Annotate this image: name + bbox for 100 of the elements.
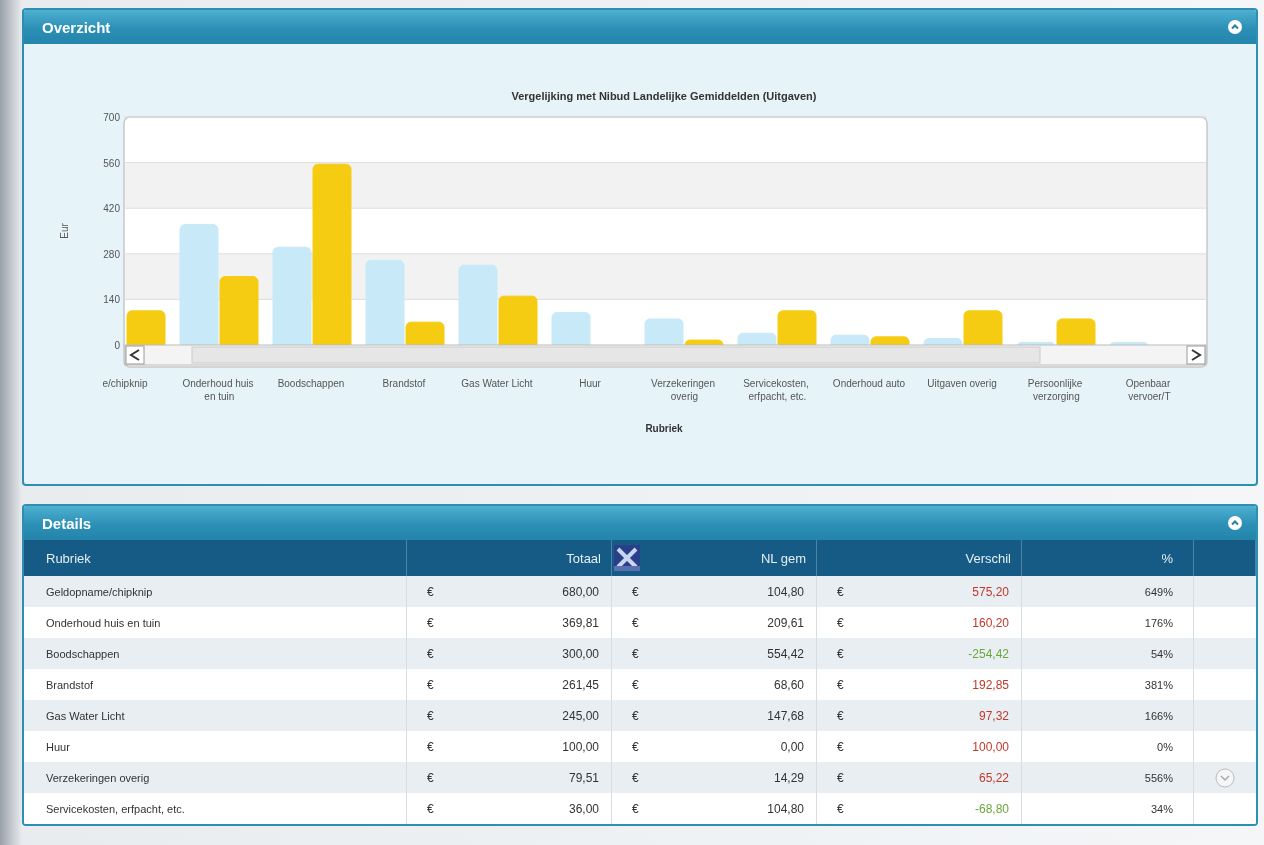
table-row[interactable]: Boodschappen € 300,00 € 554,42 € -254,42 54% <box>24 638 1256 669</box>
table-cell: Huur <box>46 740 70 753</box>
y-tick-label: 140 <box>103 294 120 306</box>
currency-symbol: € <box>426 801 434 816</box>
table-row[interactable]: Geldopname/chipknip € 680,00 € 104,80 € 575,20 649% <box>24 576 1256 607</box>
table-cell-text: 0,00 <box>780 739 805 754</box>
table-row[interactable]: Verzekeringen overig € 79,51 € 14,29 € 65,22 556% <box>24 762 1256 793</box>
table-cell-text: 100,00 <box>562 739 600 754</box>
table-cell-text: 79,51 <box>568 770 600 785</box>
x-axis-label: Rubriek <box>645 423 683 434</box>
currency-symbol: € <box>631 615 639 630</box>
currency-symbol: € <box>631 646 639 661</box>
currency-symbol: € <box>836 584 844 599</box>
table-cell-text: 300,00 <box>562 646 600 661</box>
panel-title: Overzicht <box>42 18 111 36</box>
currency-symbol: € <box>426 708 434 723</box>
table-cell: Brandstof <box>46 678 94 691</box>
collapse-icon[interactable] <box>1228 20 1242 34</box>
table-cell-text: -254,42 <box>968 646 1010 661</box>
x-tick-label: Onderhoud auto <box>832 378 906 389</box>
currency-symbol: € <box>426 615 434 630</box>
column-header[interactable]: Totaal <box>566 550 601 566</box>
table-cell: 381% <box>1144 678 1173 691</box>
table-cell: 166% <box>1144 709 1173 722</box>
table-cell-text: 97,32 <box>978 708 1010 723</box>
table-cell: Verzekeringen overig <box>46 771 150 784</box>
currency-symbol: € <box>836 708 844 723</box>
table-cell-text: 261,45 <box>562 677 600 692</box>
x-tick-label: Openbaar vervoer/T <box>1125 378 1171 402</box>
y-axis-label: Eur <box>59 223 70 239</box>
table-cell: 556% <box>1144 771 1173 784</box>
collapse-icon[interactable] <box>1228 516 1242 530</box>
currency-symbol: € <box>631 677 639 692</box>
table-cell: Onderhoud huis en tuin <box>46 616 161 629</box>
y-tick-label: 420 <box>103 203 120 215</box>
chart-title: Vergelijking met Nibud Landelijke Gemiddelden (Uitgaven) <box>511 90 817 102</box>
currency-symbol: € <box>631 584 639 599</box>
table-cell: 0% <box>1157 740 1173 753</box>
currency-symbol: € <box>631 739 639 754</box>
column-header[interactable]: % <box>1161 550 1173 566</box>
table-cell-text: 147,68 <box>767 708 805 723</box>
currency-symbol: € <box>426 584 434 599</box>
x-tick-label: Servicekosten, erfpacht, etc. <box>743 378 809 402</box>
table-cell: Boodschappen <box>46 647 120 660</box>
x-tick-label: Gas Water Licht <box>461 378 533 389</box>
table-cell: Servicekosten, erfpacht, etc. <box>46 802 185 815</box>
table-cell-text: 192,85 <box>972 677 1010 692</box>
scroll-left-icon[interactable] <box>125 345 145 365</box>
table-cell: 34% <box>1150 802 1173 815</box>
column-header[interactable]: NL gem <box>760 550 806 566</box>
currency-symbol: € <box>836 739 844 754</box>
table-row[interactable]: Servicekosten, erfpacht, etc. € 36,00 € 104,80 € -68,80 34% <box>24 793 1256 824</box>
table-cell-text: 65,22 <box>978 770 1010 785</box>
x-tick-label: e/chipknip <box>102 378 148 389</box>
currency-symbol: € <box>836 677 844 692</box>
table-cell-text: 209,61 <box>767 615 805 630</box>
table-cell: 649% <box>1144 585 1173 598</box>
chart-scrollbar[interactable] <box>124 344 1207 366</box>
table-cell: 176% <box>1144 616 1173 629</box>
x-tick-label: Onderhoud huis en tuin <box>182 378 254 402</box>
table-cell-text: 104,80 <box>767 584 805 599</box>
y-tick-label: 280 <box>103 248 120 260</box>
currency-symbol: € <box>631 801 639 816</box>
x-tick-label: Brandstof <box>382 378 426 389</box>
x-tick-label: Huur <box>579 378 601 389</box>
currency-symbol: € <box>836 646 844 661</box>
x-tick-label: Persoonlijke verzorging <box>1027 378 1083 402</box>
y-tick-label: 0 <box>114 340 120 351</box>
table-cell-text: 36,00 <box>568 801 600 816</box>
column-header[interactable]: Verschil <box>965 550 1011 566</box>
currency-symbol: € <box>631 770 639 785</box>
currency-symbol: € <box>426 739 434 754</box>
table-cell-text: 680,00 <box>562 584 600 599</box>
table-row[interactable]: Gas Water Licht € 245,00 € 147,68 € 97,32 166% <box>24 700 1256 731</box>
y-tick-label: 700 <box>103 112 120 123</box>
table-cell-text: 104,80 <box>767 801 805 816</box>
table-cell-text: 245,00 <box>562 708 600 723</box>
y-tick-label: 560 <box>103 157 120 169</box>
currency-symbol: € <box>426 646 434 661</box>
panel-title: Details <box>42 514 92 532</box>
x-tick-label: Verzekeringen overig <box>651 378 715 402</box>
table-cell: Gas Water Licht <box>46 709 125 722</box>
table-cell: Geldopname/chipknip <box>46 585 153 598</box>
currency-symbol: € <box>426 770 434 785</box>
table-cell-text: 68,60 <box>773 677 805 692</box>
currency-symbol: € <box>836 770 844 785</box>
currency-symbol: € <box>631 708 639 723</box>
table-cell-text: 369,81 <box>562 615 600 630</box>
x-tick-label: Boodschappen <box>277 378 345 389</box>
currency-symbol: € <box>836 801 844 816</box>
table-cell-text: 14,29 <box>773 770 805 785</box>
table-cell-text: -68,80 <box>974 801 1010 816</box>
column-header[interactable]: Rubriek <box>46 550 91 566</box>
table-cell: 54% <box>1150 647 1173 660</box>
emblem-icon <box>614 545 640 571</box>
currency-symbol: € <box>426 677 434 692</box>
currency-symbol: € <box>836 615 844 630</box>
x-tick-label: Uitgaven overig <box>927 378 997 389</box>
scroll-right-icon[interactable] <box>1186 345 1206 365</box>
table-cell-text: 575,20 <box>972 584 1010 599</box>
